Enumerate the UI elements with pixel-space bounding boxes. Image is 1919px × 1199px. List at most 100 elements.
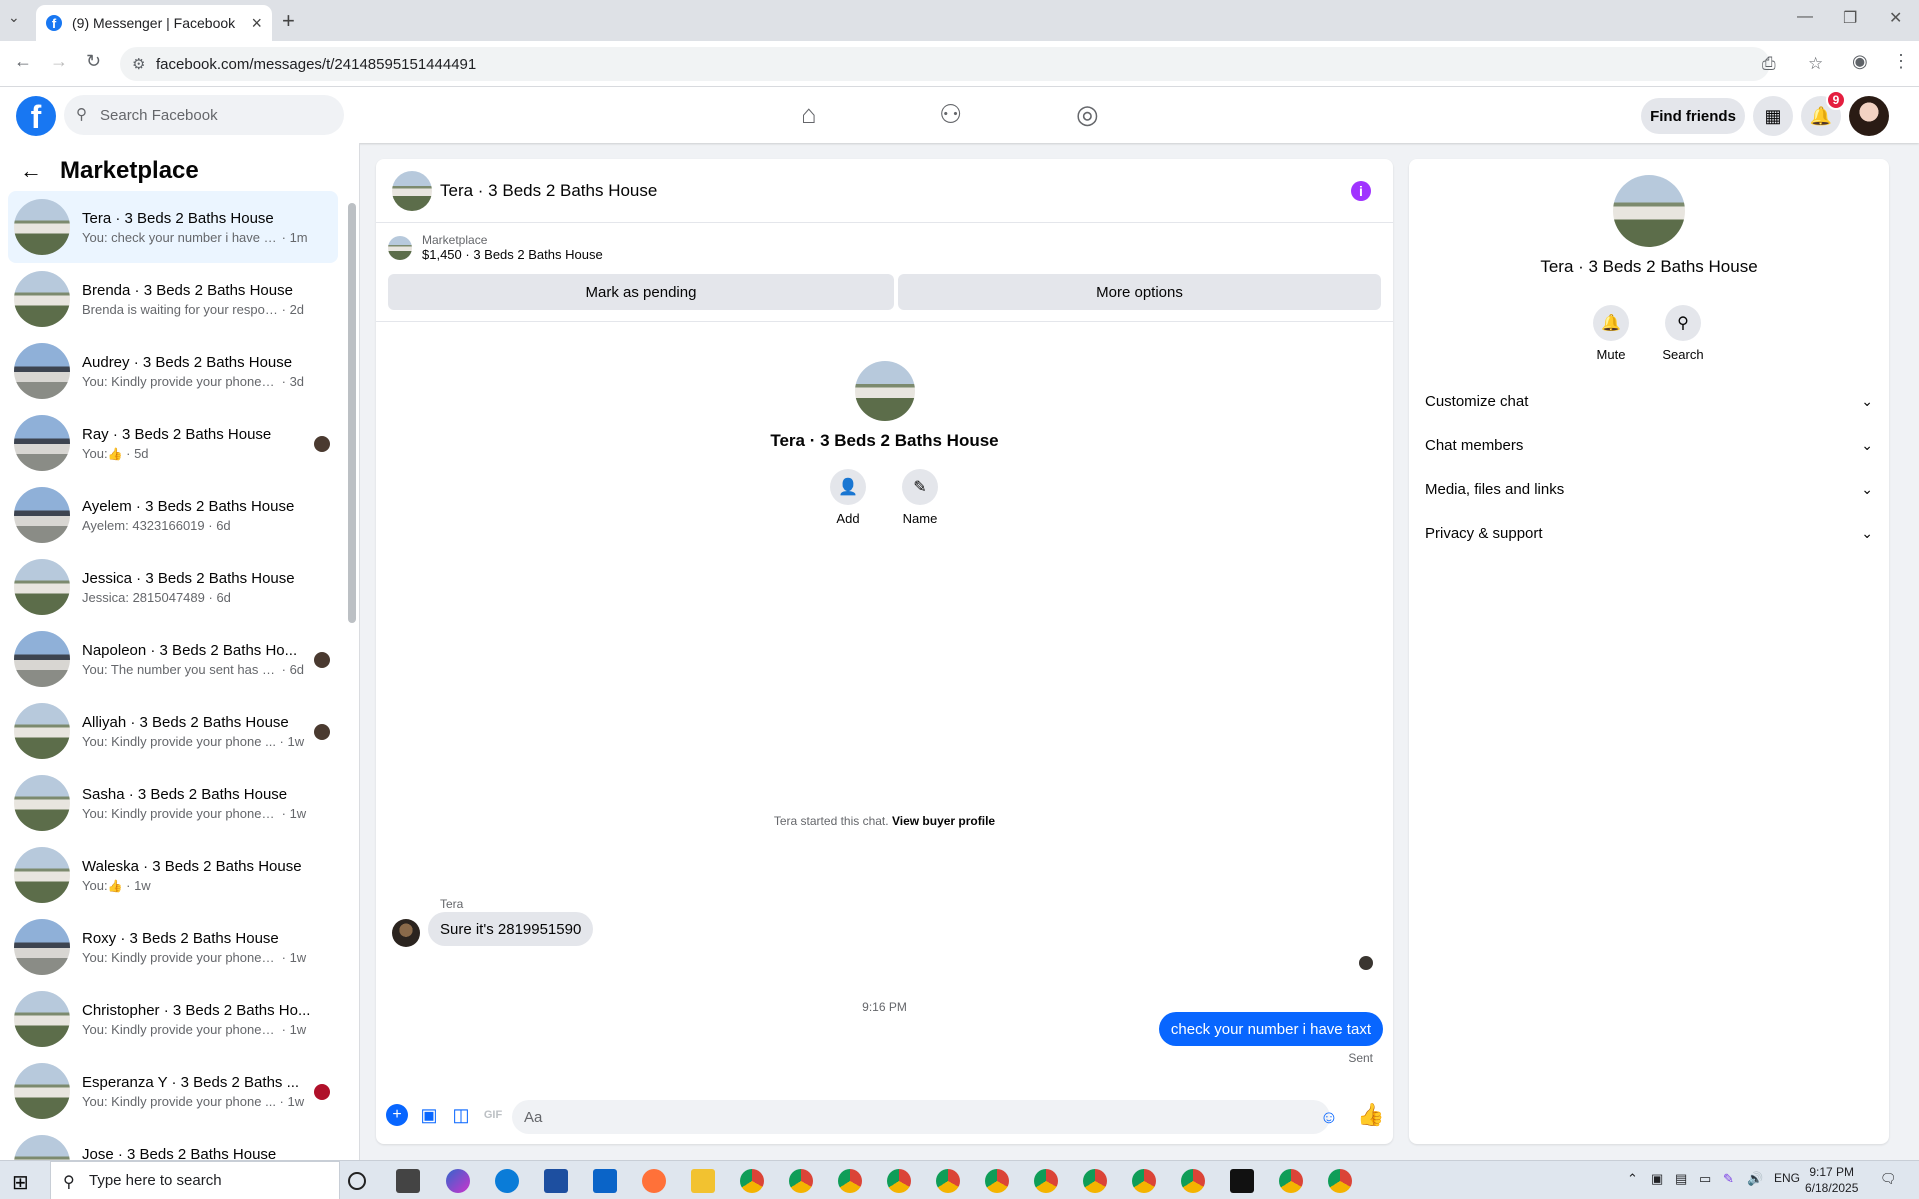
chrome-icon[interactable]	[1132, 1169, 1156, 1193]
file-explorer-icon[interactable]	[691, 1169, 715, 1193]
conversation-text: Esperanza Y · 3 Beds 2 Baths ... You: Kin…	[82, 1074, 314, 1109]
chrome-icon[interactable]	[740, 1169, 764, 1193]
menu-grid-icon[interactable]: ▦	[1753, 96, 1793, 136]
account-avatar[interactable]	[1849, 96, 1889, 136]
chrome-icon[interactable]	[838, 1169, 862, 1193]
emoji-icon[interactable]: ☺	[1318, 1106, 1340, 1128]
tab-search-icon[interactable]: ⌄	[8, 9, 20, 26]
browser-tab[interactable]: f (9) Messenger | Facebook ×	[36, 5, 272, 41]
conversation-item[interactable]: Napoleon · 3 Beds 2 Baths Ho... You: The …	[8, 623, 338, 695]
conversation-item[interactable]: Ayelem · 3 Beds 2 Baths House Ayelem: 432…	[8, 479, 338, 551]
copilot-icon[interactable]	[446, 1169, 470, 1193]
outgoing-message[interactable]: check your number i have taxt	[1158, 1012, 1383, 1046]
conversation-item[interactable]: Sasha · 3 Beds 2 Baths House You: Kindly …	[8, 767, 338, 839]
sender-avatar[interactable]	[392, 919, 420, 947]
more-options-button[interactable]: More options	[898, 274, 1381, 310]
facebook-logo-icon[interactable]: f	[16, 96, 56, 136]
conversation-item[interactable]: Roxy · 3 Beds 2 Baths House You: Kindly p…	[8, 911, 338, 983]
taskbar-search-input[interactable]: ⚲ Type here to search	[50, 1161, 340, 1199]
reload-icon[interactable]: ↻	[86, 51, 101, 72]
edge-icon[interactable]	[495, 1169, 519, 1193]
outlook-icon[interactable]	[593, 1169, 617, 1193]
conversation-item[interactable]: Tera · 3 Beds 2 Baths House You: check yo…	[8, 191, 338, 263]
language-indicator[interactable]: ENG	[1774, 1171, 1800, 1185]
bookmark-star-icon[interactable]: ☆	[1808, 54, 1823, 74]
close-tab-icon[interactable]: ×	[251, 13, 262, 34]
address-bar[interactable]: ⚙ facebook.com/messages/t/24148595151444…	[120, 47, 1823, 81]
cortana-icon[interactable]	[348, 1172, 366, 1190]
conversation-item[interactable]: Christopher · 3 Beds 2 Baths Ho... You: K…	[8, 983, 338, 1055]
conversation-item[interactable]: Esperanza Y · 3 Beds 2 Baths ... You: Kin…	[8, 1055, 338, 1127]
install-app-icon[interactable]: ⎙	[1762, 54, 1776, 74]
chat-header-avatar[interactable]	[392, 170, 432, 211]
incoming-message[interactable]: Sure it's 2819951590	[428, 912, 594, 946]
firefox-icon[interactable]	[642, 1169, 666, 1193]
back-icon[interactable]: ←	[14, 51, 32, 72]
site-info-icon[interactable]: ⚙	[132, 55, 145, 73]
new-tab-icon[interactable]: +	[282, 8, 295, 34]
search-conversation-button[interactable]: ⚲ Search	[1653, 305, 1713, 362]
windows-start-icon[interactable]: ⊞	[12, 1170, 29, 1195]
conversation-item[interactable]: Ray · 3 Beds 2 Baths House You: 👍 · 5d	[8, 407, 338, 479]
friends-icon[interactable]: ⚇	[939, 99, 962, 130]
taskbar-clock[interactable]: 9:17 PM 6/18/2025	[1805, 1164, 1858, 1196]
find-friends-button[interactable]: Find friends	[1641, 98, 1745, 134]
chat-title[interactable]: Tera · 3 Beds 2 Baths House	[440, 181, 657, 201]
chrome-icon[interactable]	[985, 1169, 1009, 1193]
privacy-support-row[interactable]: Privacy & support ⌄	[1425, 511, 1873, 555]
chrome-icon[interactable]	[789, 1169, 813, 1193]
volume-icon[interactable]: 🔊	[1747, 1171, 1763, 1187]
chrome-icon[interactable]	[936, 1169, 960, 1193]
facebook-search-input[interactable]: ⚲ Search Facebook	[64, 95, 344, 135]
groups-icon[interactable]: ◎	[1076, 99, 1099, 130]
customize-chat-row[interactable]: Customize chat ⌄	[1425, 379, 1873, 423]
conversation-item[interactable]: Audrey · 3 Beds 2 Baths House You: Kindly…	[8, 335, 338, 407]
plus-icon[interactable]: +	[386, 1104, 408, 1126]
facebook-favicon-icon: f	[46, 15, 62, 31]
listing-summary[interactable]: Marketplace $1,450 · 3 Beds 2 Baths Hous…	[388, 233, 603, 262]
thumbs-up-icon[interactable]: 👍	[1357, 1102, 1384, 1127]
mute-button[interactable]: 🔔 Mute	[1581, 305, 1641, 362]
tray-overflow-icon[interactable]: ⌃	[1627, 1171, 1638, 1187]
header-divider	[376, 321, 1393, 322]
conversation-item[interactable]: Brenda · 3 Beds 2 Baths House Brenda is w…	[8, 263, 338, 335]
back-arrow-icon[interactable]: ←	[20, 158, 42, 184]
conversation-item[interactable]: Jessica · 3 Beds 2 Baths House Jessica: 2…	[8, 551, 338, 623]
sidebar-scrollbar[interactable]	[348, 203, 356, 623]
chrome-icon[interactable]	[887, 1169, 911, 1193]
task-view-icon[interactable]	[396, 1169, 420, 1193]
edit-name-button[interactable]: ✎ Name	[890, 469, 950, 526]
gif-icon[interactable]: GIF	[482, 1104, 504, 1126]
close-window-icon[interactable]: ✕	[1889, 8, 1902, 28]
mark-as-pending-button[interactable]: Mark as pending	[388, 274, 894, 310]
notification-center-icon[interactable]: 🗨	[1880, 1171, 1897, 1187]
conversation-item[interactable]: Alliyah · 3 Beds 2 Baths House You: Kindl…	[8, 695, 338, 767]
chrome-icon[interactable]	[1328, 1169, 1352, 1193]
network-icon[interactable]: ▭	[1699, 1171, 1711, 1187]
tray-app-icon[interactable]: ▤	[1675, 1171, 1687, 1187]
view-buyer-profile-link[interactable]: View buyer profile	[892, 814, 995, 828]
profile-icon[interactable]: ◉	[1852, 51, 1868, 72]
chrome-icon[interactable]	[1034, 1169, 1058, 1193]
tray-app-icon[interactable]: ▣	[1651, 1171, 1663, 1187]
message-input[interactable]: Aa	[512, 1100, 1330, 1134]
chrome-icon[interactable]	[1083, 1169, 1107, 1193]
restore-icon[interactable]: ❐	[1843, 8, 1857, 28]
add-people-button[interactable]: 👤 Add	[818, 469, 878, 526]
conversation-item[interactable]: Waleska · 3 Beds 2 Baths House You: 👍 · 1…	[8, 839, 338, 911]
media-files-links-row[interactable]: Media, files and links ⌄	[1425, 467, 1873, 511]
sticker-icon[interactable]: ◫	[450, 1104, 472, 1126]
browser-menu-icon[interactable]: ⋮	[1892, 51, 1910, 72]
photo-icon[interactable]: ▣	[418, 1104, 440, 1126]
chrome-icon[interactable]	[1181, 1169, 1205, 1193]
store-icon[interactable]	[544, 1169, 568, 1193]
home-icon[interactable]: ⌂	[801, 99, 817, 130]
minimize-icon[interactable]: —	[1797, 8, 1813, 26]
chrome-icon[interactable]	[1279, 1169, 1303, 1193]
pen-icon[interactable]: ✎	[1723, 1171, 1734, 1187]
app-icon[interactable]	[1230, 1169, 1254, 1193]
forward-icon[interactable]: →	[50, 51, 68, 72]
info-icon[interactable]: i	[1351, 181, 1371, 201]
conversation-item[interactable]: Jose · 3 Beds 2 Baths House	[8, 1127, 338, 1160]
chat-members-row[interactable]: Chat members ⌄	[1425, 423, 1873, 467]
